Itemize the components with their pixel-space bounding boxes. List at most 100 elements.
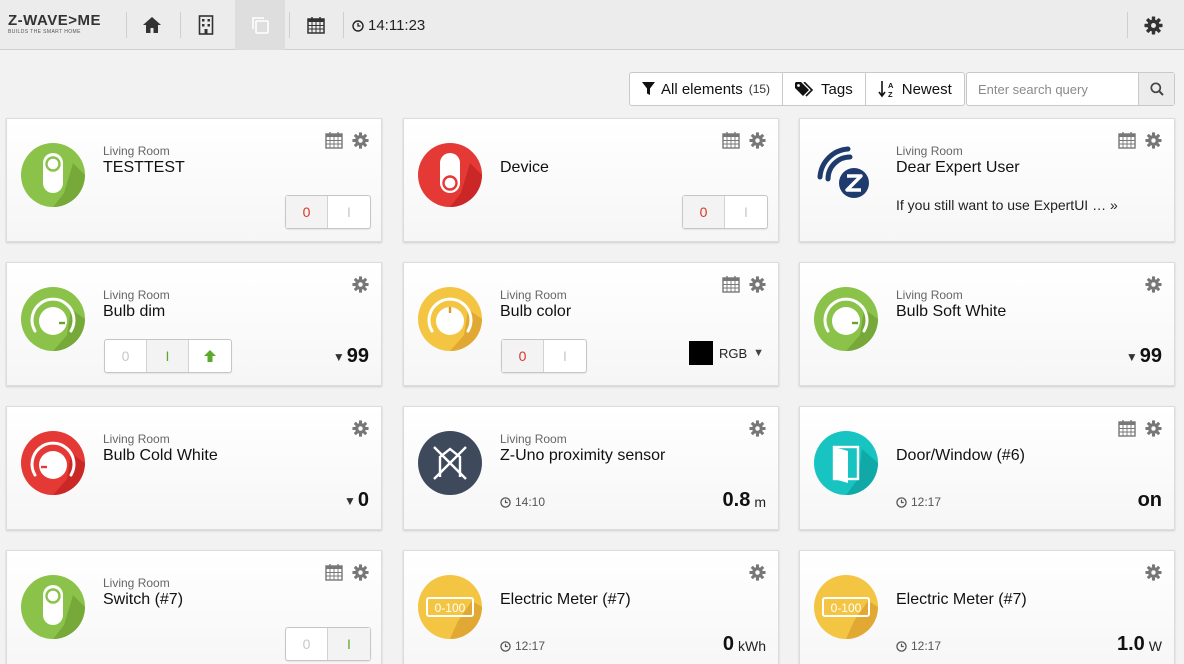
level-value: 0 — [722, 633, 734, 655]
card-title[interactable]: Electric Meter (#7) — [896, 591, 1027, 609]
element-card: Living Room Bulb dim 0 I ▼ 99 — [6, 262, 382, 386]
card-settings-button[interactable] — [351, 419, 369, 437]
card-title[interactable]: Bulb dim — [103, 303, 165, 321]
gear-icon — [1144, 275, 1162, 293]
level-value: 0.8 — [722, 489, 751, 511]
switch-on-button[interactable]: I — [328, 628, 370, 660]
logo-text: Z-WAVE>ME — [8, 12, 101, 29]
switch-on-button[interactable]: I — [328, 196, 370, 228]
svg-text:A: A — [888, 81, 894, 90]
search-button[interactable] — [1138, 73, 1174, 105]
gear-icon — [748, 563, 766, 581]
card-settings-button[interactable] — [748, 131, 766, 149]
card-room-label: Living Room — [500, 288, 567, 302]
card-settings-button[interactable] — [748, 563, 766, 581]
switch-on-button[interactable]: I — [544, 340, 586, 372]
expertui-link[interactable]: If you still want to use ExpertUI … » — [896, 197, 1118, 213]
caret-down-icon: ▼ — [1125, 350, 1138, 364]
dimmer-full-button[interactable] — [189, 340, 231, 372]
card-settings-button[interactable] — [351, 563, 369, 581]
level-value: 1.0 — [1116, 633, 1145, 655]
switch-off-button[interactable]: 0 — [286, 628, 328, 660]
history-button[interactable] — [722, 131, 740, 149]
card-settings-button[interactable] — [1144, 419, 1162, 437]
card-room-label: Living Room — [896, 288, 963, 302]
switch-button-group: 0 I — [285, 195, 371, 229]
switch-on-icon — [21, 575, 85, 639]
rooms-button[interactable] — [181, 0, 231, 50]
switch-on-button[interactable]: I — [725, 196, 767, 228]
switch-off-button[interactable]: 0 — [683, 196, 725, 228]
dimmer-button-group: 0 I — [104, 339, 232, 373]
tags-filter-button[interactable]: Tags — [783, 73, 866, 105]
card-settings-button[interactable] — [1144, 563, 1162, 581]
card-title[interactable]: Dear Expert User — [896, 159, 1020, 177]
clock-icon — [352, 19, 364, 32]
calendar-icon — [307, 17, 325, 34]
filter-icon — [642, 82, 655, 95]
last-update-time: 12:17 — [896, 639, 941, 653]
events-button[interactable] — [291, 0, 341, 50]
top-navigation-bar: Z-WAVE>ME BUILDS THE SMART HOME 14:11:23 — [0, 0, 1184, 50]
sort-button[interactable]: AZ Newest — [866, 73, 964, 105]
card-settings-button[interactable] — [351, 275, 369, 293]
last-update-time: 12:17 — [500, 639, 545, 653]
element-card: Living Room Bulb Cold White ▼ 0 — [6, 406, 382, 530]
settings-button[interactable] — [1132, 0, 1174, 50]
history-button[interactable] — [325, 131, 343, 149]
rgb-color-picker[interactable]: RGB ▼ — [688, 341, 764, 365]
clock: 14:11:23 — [352, 17, 425, 34]
card-settings-button[interactable] — [1144, 131, 1162, 149]
card-title[interactable]: Bulb Soft White — [896, 303, 1006, 321]
search-input[interactable] — [967, 73, 1138, 105]
element-card: Device 0 I — [403, 118, 779, 242]
element-card: Living Room Bulb color 0 I RGB ▼ — [403, 262, 779, 386]
card-title[interactable]: TESTTEST — [103, 159, 185, 177]
card-title[interactable]: Switch (#7) — [103, 591, 183, 609]
history-button[interactable] — [722, 275, 740, 293]
history-button[interactable] — [325, 563, 343, 581]
switch-off-button[interactable]: 0 — [286, 196, 328, 228]
element-card: Living Room Dear Expert User If you stil… — [799, 118, 1175, 242]
sensor-value: 0 kWh — [723, 633, 766, 656]
card-settings-button[interactable] — [351, 131, 369, 149]
gear-icon — [1144, 419, 1162, 437]
gear-icon — [1144, 563, 1162, 581]
time-value: 14:10 — [515, 495, 546, 509]
switch-off-button[interactable]: 0 — [502, 340, 544, 372]
gear-icon — [1144, 131, 1162, 149]
card-title[interactable]: Bulb color — [500, 303, 571, 321]
element-card: 0-100 Electric Meter (#7) 12:17 1.0 W — [799, 550, 1175, 664]
nav-divider — [289, 12, 290, 38]
card-settings-button[interactable] — [748, 275, 766, 293]
element-card: Living Room Bulb Soft White ▼ 99 — [799, 262, 1175, 386]
dimmer-off-button[interactable]: 0 — [105, 340, 147, 372]
sensor-value: 0.8 m — [723, 489, 766, 512]
dimmer-on-button[interactable]: I — [147, 340, 189, 372]
home-button[interactable] — [127, 0, 177, 50]
z-wave-me-logo[interactable]: Z-WAVE>ME BUILDS THE SMART HOME — [8, 13, 116, 39]
dimmer-level[interactable]: ▼ 0 — [344, 489, 369, 512]
card-title[interactable]: Electric Meter (#7) — [500, 591, 631, 609]
switch-off-icon — [418, 143, 482, 207]
elements-button[interactable] — [235, 0, 285, 50]
card-settings-button[interactable] — [1144, 275, 1162, 293]
dimmer-level[interactable]: ▼ 99 — [1126, 345, 1162, 368]
all-elements-filter-button[interactable]: All elements (15) — [630, 73, 784, 105]
card-title[interactable]: Bulb Cold White — [103, 447, 218, 465]
card-title[interactable]: Door/Window (#6) — [896, 447, 1025, 465]
caret-down-icon: ▼ — [343, 494, 356, 508]
dimmer-level[interactable]: ▼ 99 — [333, 345, 369, 368]
clock-icon — [896, 496, 907, 508]
element-card: Living Room TESTTEST 0 I — [6, 118, 382, 242]
element-card: 0-100 Electric Meter (#7) 12:17 0 kWh — [403, 550, 779, 664]
level-value: 0 — [357, 489, 369, 511]
history-button[interactable] — [1118, 419, 1136, 437]
card-title[interactable]: Z-Uno proximity sensor — [500, 447, 665, 465]
sort-label: Newest — [901, 80, 952, 98]
history-button[interactable] — [1118, 131, 1136, 149]
dimmer-knob-icon — [21, 431, 85, 495]
card-title[interactable]: Device — [500, 159, 549, 177]
card-settings-button[interactable] — [748, 419, 766, 437]
dimmer-knob-icon — [814, 287, 878, 351]
